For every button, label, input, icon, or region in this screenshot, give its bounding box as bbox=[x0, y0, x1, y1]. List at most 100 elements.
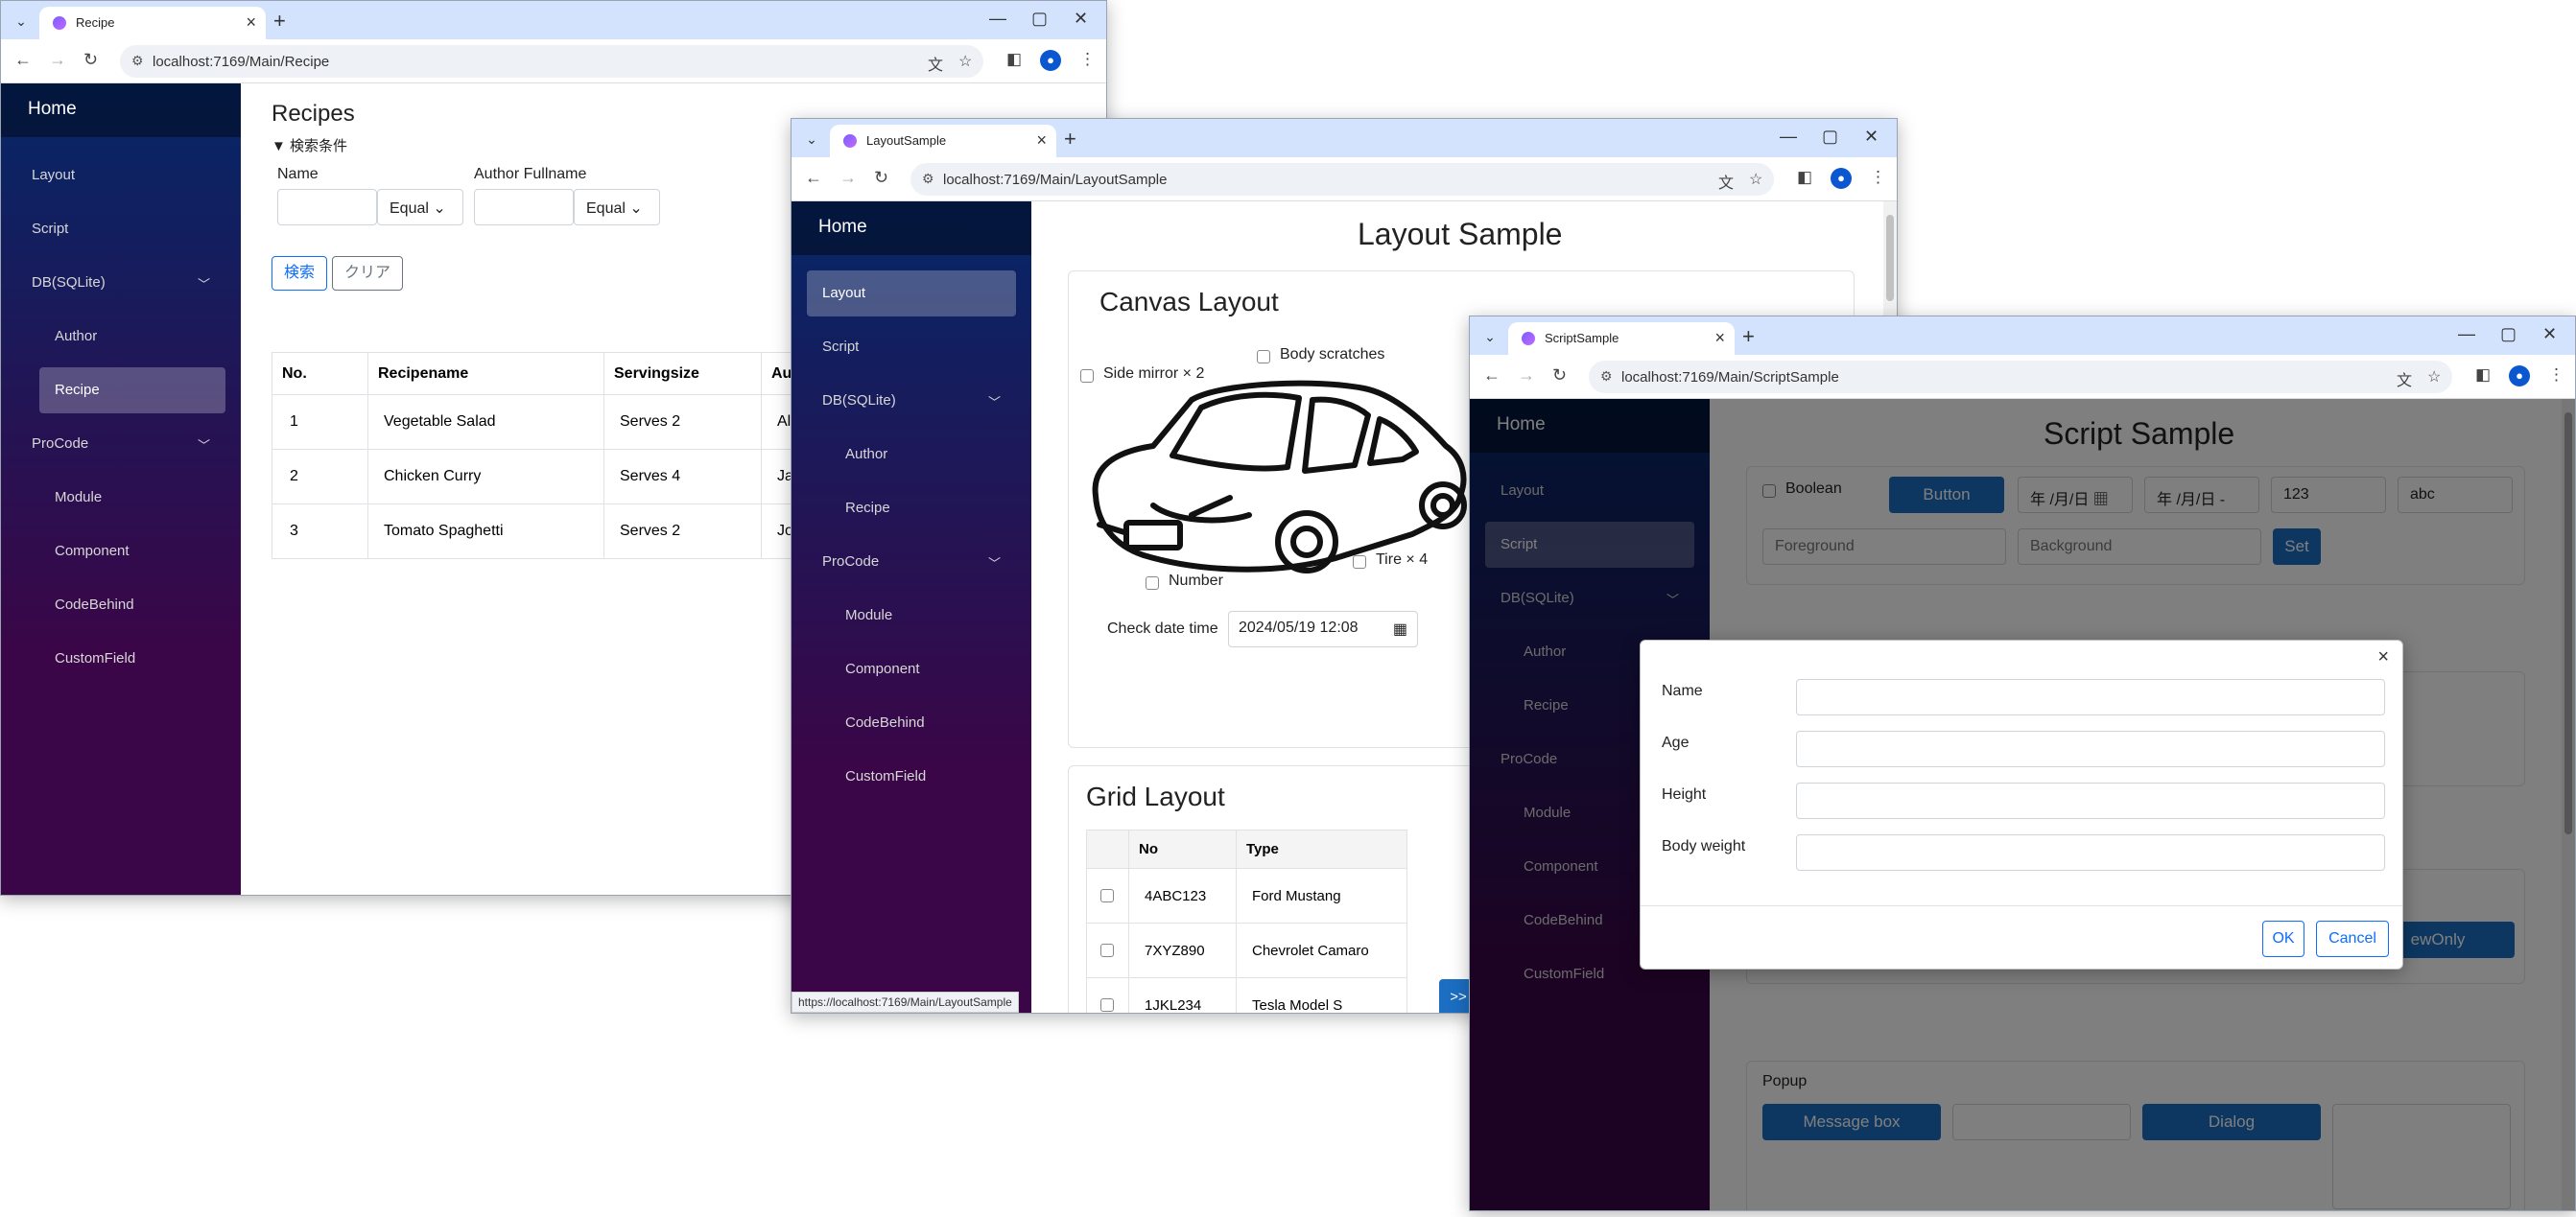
reload-icon[interactable]: ↻ bbox=[83, 50, 98, 70]
close-tab-icon[interactable]: × bbox=[246, 12, 256, 33]
address-bar[interactable]: ⚙ localhost:7169/Main/LayoutSample 文 ☆ bbox=[910, 163, 1774, 196]
name-operator-select[interactable]: Equal ⌄ bbox=[377, 189, 463, 225]
nav-author[interactable]: Author bbox=[807, 432, 1016, 478]
address-bar[interactable]: ⚙ localhost:7169/Main/Recipe 文 ☆ bbox=[120, 45, 983, 78]
nav-recipe[interactable]: Recipe bbox=[39, 367, 225, 413]
reload-icon[interactable]: ↻ bbox=[1552, 365, 1567, 386]
close-tab-icon[interactable]: × bbox=[1714, 328, 1725, 348]
name-input[interactable] bbox=[277, 189, 377, 225]
translate-icon[interactable]: 文 bbox=[1718, 170, 1734, 193]
tab-search-icon[interactable]: ⌄ bbox=[1477, 324, 1502, 349]
tab-layoutsample[interactable]: LayoutSample × bbox=[830, 125, 1056, 157]
side-panel-icon[interactable]: ◧ bbox=[1797, 168, 1812, 187]
row-select-cell[interactable] bbox=[1086, 923, 1129, 978]
nav-component[interactable]: Component bbox=[16, 528, 225, 574]
table-row[interactable]: 7XYZ890 Chevrolet Camaro bbox=[1086, 923, 1407, 978]
nav-author[interactable]: Author bbox=[16, 314, 225, 360]
nav-procode[interactable]: ProCode ﹀ bbox=[16, 421, 225, 467]
profile-avatar-icon[interactable]: ● bbox=[1831, 168, 1852, 189]
nav-customfield[interactable]: CustomField bbox=[807, 754, 1016, 800]
profile-avatar-icon[interactable]: ● bbox=[1040, 50, 1061, 71]
site-info-icon[interactable]: ⚙ bbox=[922, 171, 934, 187]
back-icon[interactable]: ← bbox=[805, 168, 822, 188]
nav-db[interactable]: DB(SQLite) ﹀ bbox=[16, 260, 225, 306]
nav-layout[interactable]: Layout bbox=[807, 270, 1016, 316]
author-operator-select[interactable]: Equal ⌄ bbox=[574, 189, 660, 225]
maximize-icon[interactable]: ▢ bbox=[2500, 324, 2517, 344]
nav-codebehind[interactable]: CodeBehind bbox=[807, 700, 1016, 746]
brand-home[interactable]: Home bbox=[792, 201, 1031, 255]
new-tab-icon[interactable]: + bbox=[1064, 127, 1076, 152]
row-checkbox[interactable] bbox=[1100, 998, 1114, 1012]
filter-toggle[interactable]: ▼ 検索条件 bbox=[272, 135, 347, 155]
nav-customfield[interactable]: CustomField bbox=[16, 636, 225, 682]
scrollbar-thumb[interactable] bbox=[1886, 215, 1894, 301]
maximize-icon[interactable]: ▢ bbox=[1031, 9, 1048, 29]
profile-avatar-icon[interactable]: ● bbox=[2509, 365, 2530, 386]
nav-script[interactable]: Script bbox=[807, 324, 1016, 370]
minimize-icon[interactable]: — bbox=[1780, 127, 1797, 147]
close-tab-icon[interactable]: × bbox=[1036, 130, 1047, 151]
table-row[interactable]: 4ABC123 Ford Mustang bbox=[1086, 868, 1407, 924]
column-header[interactable]: Type bbox=[1236, 830, 1407, 869]
back-icon[interactable]: ← bbox=[14, 50, 32, 70]
nav-layout[interactable]: Layout bbox=[16, 152, 225, 199]
site-info-icon[interactable]: ⚙ bbox=[131, 53, 144, 69]
author-input[interactable] bbox=[474, 189, 574, 225]
column-header[interactable]: No bbox=[1128, 830, 1237, 869]
minimize-icon[interactable]: — bbox=[989, 9, 1006, 29]
check-date-input[interactable]: 2024/05/19 12:08 ▦ bbox=[1228, 611, 1418, 647]
bookmark-star-icon[interactable]: ☆ bbox=[958, 52, 972, 71]
menu-kebab-icon[interactable]: ⋮ bbox=[1870, 168, 1886, 187]
height-field[interactable] bbox=[1796, 783, 2385, 819]
row-checkbox[interactable] bbox=[1100, 889, 1114, 902]
address-bar[interactable]: ⚙ localhost:7169/Main/ScriptSample 文 ☆ bbox=[1589, 361, 2452, 393]
nav-component[interactable]: Component bbox=[807, 646, 1016, 692]
tire-checkbox[interactable] bbox=[1353, 555, 1366, 569]
ok-button[interactable]: OK bbox=[2262, 921, 2304, 957]
close-window-icon[interactable]: ✕ bbox=[1074, 9, 1088, 29]
menu-kebab-icon[interactable]: ⋮ bbox=[1079, 50, 1096, 69]
forward-icon[interactable]: → bbox=[1518, 365, 1535, 386]
reload-icon[interactable]: ↻ bbox=[874, 168, 888, 188]
body-scratches-checkbox[interactable] bbox=[1257, 350, 1270, 363]
close-icon[interactable]: × bbox=[2377, 646, 2389, 668]
nav-recipe[interactable]: Recipe bbox=[807, 485, 1016, 531]
table-row[interactable]: 1JKL234 Tesla Model S bbox=[1086, 977, 1407, 1013]
scrollbar-thumb[interactable] bbox=[2564, 412, 2572, 834]
column-header[interactable]: Recipename bbox=[367, 352, 604, 395]
number-checkbox[interactable] bbox=[1146, 576, 1159, 590]
nav-module[interactable]: Module bbox=[16, 475, 225, 521]
row-select-cell[interactable] bbox=[1086, 868, 1129, 924]
tab-search-icon[interactable]: ⌄ bbox=[799, 127, 824, 152]
bookmark-star-icon[interactable]: ☆ bbox=[2427, 367, 2441, 386]
side-panel-icon[interactable]: ◧ bbox=[2475, 365, 2491, 385]
brand-home[interactable]: Home bbox=[1, 83, 241, 137]
translate-icon[interactable]: 文 bbox=[928, 52, 943, 75]
body-weight-field[interactable] bbox=[1796, 834, 2385, 871]
age-field[interactable] bbox=[1796, 731, 2385, 767]
new-tab-icon[interactable]: + bbox=[273, 9, 286, 34]
nav-script[interactable]: Script bbox=[16, 206, 225, 252]
forward-icon[interactable]: → bbox=[49, 50, 66, 70]
new-tab-icon[interactable]: + bbox=[1742, 324, 1755, 349]
nav-procode[interactable]: ProCode ﹀ bbox=[807, 539, 1016, 585]
column-header[interactable]: No. bbox=[272, 352, 368, 395]
search-button[interactable]: 検索 bbox=[272, 256, 327, 291]
tab-search-icon[interactable]: ⌄ bbox=[9, 9, 34, 34]
close-window-icon[interactable]: ✕ bbox=[2542, 324, 2557, 344]
site-info-icon[interactable]: ⚙ bbox=[1600, 368, 1613, 385]
calendar-icon[interactable]: ▦ bbox=[1393, 620, 1407, 639]
tab-recipe[interactable]: Recipe × bbox=[39, 7, 266, 39]
nav-codebehind[interactable]: CodeBehind bbox=[16, 582, 225, 628]
column-header[interactable]: Servingsize bbox=[603, 352, 762, 395]
forward-icon[interactable]: → bbox=[839, 168, 857, 188]
row-checkbox[interactable] bbox=[1100, 944, 1114, 957]
close-window-icon[interactable]: ✕ bbox=[1864, 127, 1879, 147]
back-icon[interactable]: ← bbox=[1483, 365, 1501, 386]
name-field[interactable] bbox=[1796, 679, 2385, 715]
bookmark-star-icon[interactable]: ☆ bbox=[1749, 170, 1762, 189]
maximize-icon[interactable]: ▢ bbox=[1822, 127, 1838, 147]
tab-scriptsample[interactable]: ScriptSample × bbox=[1508, 322, 1735, 355]
scrollbar[interactable] bbox=[2562, 399, 2575, 1210]
